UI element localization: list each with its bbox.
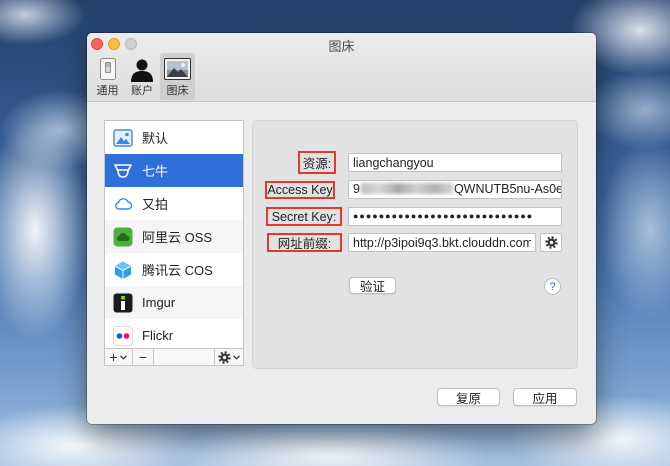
picture-frame-icon bbox=[160, 58, 195, 82]
url-prefix-label: 网址前缀: bbox=[267, 233, 342, 252]
toolbar-item-label: 账户 bbox=[131, 85, 153, 97]
revert-button[interactable]: 复原 bbox=[437, 388, 500, 406]
bucket-field[interactable] bbox=[348, 153, 562, 172]
uploader-item-qiniu[interactable]: 七牛 bbox=[105, 154, 243, 187]
remove-label: − bbox=[138, 349, 148, 365]
uploader-list-box: 默认 七牛 又拍 阿里云 OSS 腾讯云 COS Imgur Flickr + … bbox=[104, 120, 244, 366]
uploader-item-aliyun-oss[interactable]: 阿里云 OSS bbox=[105, 220, 243, 253]
toolbar-item-label: 图床 bbox=[166, 85, 189, 97]
divider bbox=[153, 349, 154, 365]
uploader-item-flickr[interactable]: Flickr bbox=[105, 319, 243, 348]
uploader-item-label: Imgur bbox=[142, 295, 176, 310]
add-label: + bbox=[109, 349, 118, 365]
uploader-item-label: Flickr bbox=[142, 328, 174, 343]
uploader-item-label: 腾讯云 COS bbox=[142, 263, 213, 278]
access-key-suffix: QWNUTB5nu-As0e7 bbox=[453, 182, 562, 196]
aliyun-oss-icon bbox=[113, 227, 133, 247]
title-toolbar: 图床 通用 账户 图床 bbox=[87, 33, 596, 102]
preferences-window: 图床 通用 账户 图床 默认 七牛 又拍 阿里云 OSS 腾讯云 COS Img… bbox=[87, 33, 596, 424]
help-button[interactable]: ? bbox=[544, 278, 561, 295]
uploader-item-tencent-cos[interactable]: 腾讯云 COS bbox=[105, 253, 243, 286]
add-uploader-button[interactable]: + bbox=[105, 349, 131, 365]
uploader-item-label: 又拍 bbox=[142, 197, 169, 212]
imgur-icon bbox=[113, 293, 133, 313]
uploader-settings-panel: 资源: Access Key 9 QWNUTB5nu-As0e7 Secret K… bbox=[252, 120, 578, 369]
uploader-item-label: 阿里云 OSS bbox=[142, 230, 213, 245]
toolbar-item-account[interactable]: 账户 bbox=[125, 53, 159, 100]
url-prefix-settings-button[interactable] bbox=[540, 233, 562, 252]
access-key-field[interactable]: 9 QWNUTB5nu-As0e7 bbox=[348, 180, 562, 199]
light-switch-icon bbox=[91, 58, 124, 82]
toolbar-item-image-hosting[interactable]: 图床 bbox=[160, 53, 195, 100]
secret-key-field[interactable]: ●●●●●●●●●●●●●●●●●●●●●●●●●●●● bbox=[348, 207, 562, 226]
uploader-item-upyun[interactable]: 又拍 bbox=[105, 187, 243, 220]
gear-icon bbox=[218, 350, 231, 364]
uploader-item-default[interactable]: 默认 bbox=[105, 121, 243, 154]
tencent-cos-icon bbox=[113, 260, 133, 280]
chevron-down-icon bbox=[233, 354, 240, 360]
bucket-label: 资源: bbox=[298, 151, 336, 174]
list-controls-bar: + − bbox=[105, 348, 243, 365]
gear-icon bbox=[544, 236, 558, 249]
url-prefix-field[interactable] bbox=[348, 233, 536, 252]
verify-button[interactable]: 验证 bbox=[349, 277, 396, 294]
uploader-list[interactable]: 默认 七牛 又拍 阿里云 OSS 腾讯云 COS Imgur Flickr bbox=[105, 121, 243, 348]
secret-key-label: Secret Key: bbox=[266, 207, 342, 226]
chevron-down-icon bbox=[119, 354, 127, 360]
qiniu-icon bbox=[113, 161, 133, 181]
apply-button[interactable]: 应用 bbox=[513, 388, 577, 406]
access-key-prefix: 9 bbox=[353, 182, 360, 196]
action-menu-button[interactable] bbox=[215, 349, 243, 365]
remove-uploader-button[interactable]: − bbox=[133, 349, 153, 365]
uploader-item-imgur[interactable]: Imgur bbox=[105, 286, 243, 319]
upyun-cloud-icon bbox=[113, 194, 133, 214]
toolbar-item-label: 通用 bbox=[96, 85, 119, 97]
toolbar-item-general[interactable]: 通用 bbox=[91, 53, 124, 100]
access-key-label: Access Key bbox=[265, 181, 335, 199]
uploader-item-label: 七牛 bbox=[142, 164, 169, 179]
person-silhouette-icon bbox=[125, 58, 159, 82]
picture-icon bbox=[113, 128, 133, 148]
uploader-item-label: 默认 bbox=[142, 131, 169, 146]
redacted-blur bbox=[360, 183, 453, 194]
flickr-icon bbox=[113, 325, 133, 346]
